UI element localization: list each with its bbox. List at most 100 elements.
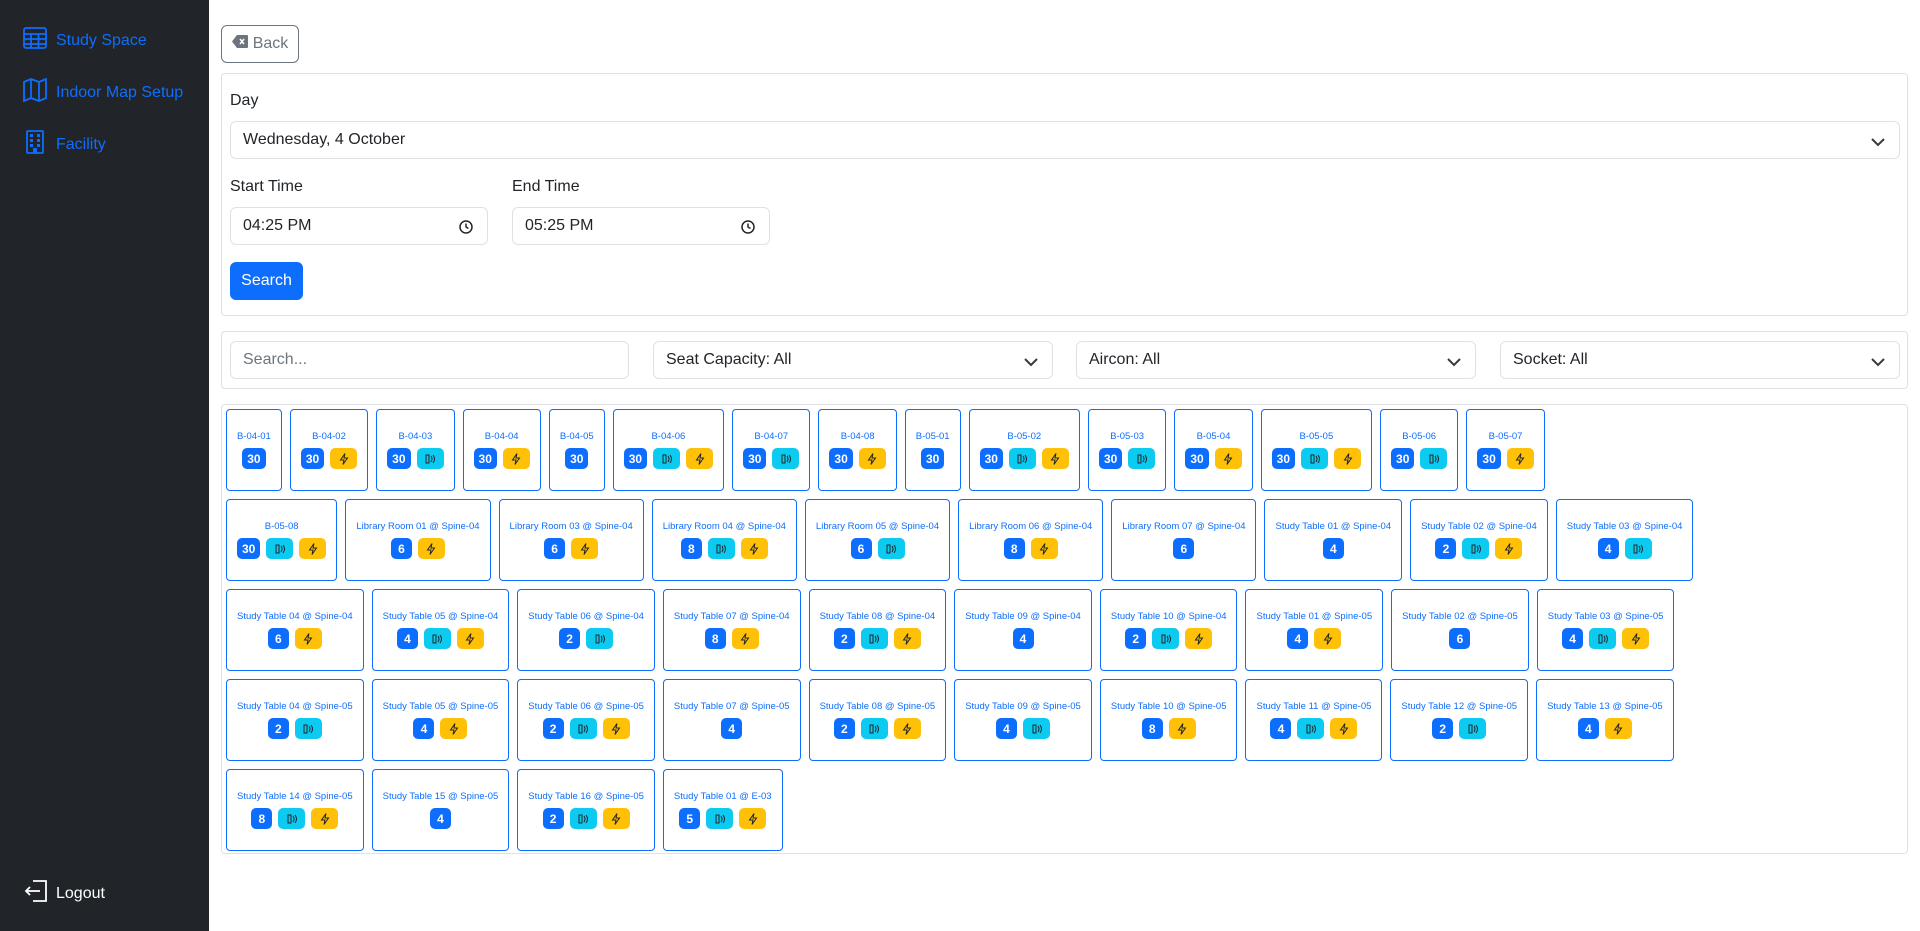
day-select[interactable]: Wednesday, 4 October (230, 121, 1900, 159)
study-space-card[interactable]: Study Table 08 @ Spine-05 2 (808, 679, 947, 761)
study-space-card[interactable]: Study Table 15 @ Spine-05 4 (371, 769, 510, 851)
aircon-icon (1008, 448, 1036, 469)
space-badges: 4 (1597, 538, 1652, 559)
study-space-card[interactable]: Library Room 07 @ Spine-04 6 (1111, 499, 1257, 581)
aircon-icon (1297, 718, 1325, 739)
study-space-card[interactable]: Study Table 02 @ Spine-04 2 (1410, 499, 1548, 581)
logout-label: Logout (56, 884, 105, 902)
space-badges: 30 (1271, 448, 1362, 469)
start-time-input[interactable]: 04:25 PM (230, 207, 488, 245)
logout-button[interactable]: Logout (24, 880, 105, 907)
study-space-card[interactable]: Library Room 03 @ Spine-04 6 (498, 499, 644, 581)
study-space-card[interactable]: B-04-04 30 (462, 409, 541, 491)
aircon-icon (1462, 538, 1490, 559)
space-name: B-04-07 (754, 431, 789, 442)
clock-icon[interactable] (741, 220, 755, 234)
study-space-card[interactable]: Study Table 06 @ Spine-05 2 (517, 679, 655, 761)
space-name: B-05-01 (915, 431, 950, 442)
capacity-badge: 6 (850, 538, 872, 559)
end-time-input[interactable]: 05:25 PM (512, 207, 770, 245)
study-space-card[interactable]: Study Table 07 @ Spine-04 8 (662, 589, 801, 671)
seat-capacity-select[interactable]: Seat Capacity: All (653, 341, 1053, 379)
filter-bar: Seat Capacity: All Aircon: All Socket: A… (221, 331, 1908, 389)
capacity-badge: 2 (1432, 718, 1454, 739)
space-name: Study Table 06 @ Spine-05 (528, 701, 644, 712)
space-name: B-05-06 (1402, 431, 1437, 442)
study-space-card[interactable]: Study Table 10 @ Spine-05 8 (1099, 679, 1238, 761)
space-name: B-05-08 (264, 521, 299, 532)
space-badges: 4 (721, 718, 743, 739)
study-space-card[interactable]: Study Table 03 @ Spine-04 4 (1555, 499, 1694, 581)
study-space-card[interactable]: Library Room 05 @ Spine-04 6 (804, 499, 951, 581)
study-space-card[interactable]: B-05-04 30 (1174, 409, 1253, 491)
study-space-card[interactable]: B-04-08 30 (818, 409, 897, 491)
study-space-card[interactable]: B-05-02 30 (968, 409, 1080, 491)
study-space-card[interactable]: B-04-07 30 (732, 409, 811, 491)
study-space-card[interactable]: B-04-02 30 (289, 409, 369, 491)
backspace-icon (231, 35, 248, 53)
space-name: B-05-04 (1196, 431, 1231, 442)
study-space-card[interactable]: Study Table 04 @ Spine-04 6 (226, 589, 364, 671)
space-name: Study Table 07 @ Spine-04 (673, 611, 790, 622)
study-space-grid: B-04-01 30 B-04-02 30 B-04-03 30 B-04-04 30 B-04… (221, 404, 1908, 854)
study-space-card[interactable]: Study Table 07 @ Spine-05 4 (662, 679, 801, 761)
study-space-card[interactable]: Study Table 08 @ Spine-04 2 (808, 589, 947, 671)
study-space-card[interactable]: Library Room 06 @ Spine-04 8 (958, 499, 1104, 581)
aircon-select[interactable]: Aircon: All (1076, 341, 1476, 379)
capacity-badge: 4 (396, 628, 418, 649)
sidebar-item-indoor-map-setup[interactable]: Indoor Map Setup (23, 77, 183, 107)
study-space-card[interactable]: B-05-07 30 (1466, 409, 1545, 491)
space-name: B-04-03 (398, 431, 433, 442)
study-space-card[interactable]: Study Table 05 @ Spine-04 4 (371, 589, 510, 671)
study-space-card[interactable]: Study Table 13 @ Spine-05 4 (1536, 679, 1674, 761)
clock-icon[interactable] (459, 220, 473, 234)
study-space-card[interactable]: B-05-06 30 (1380, 409, 1459, 491)
study-space-card[interactable]: Study Table 05 @ Spine-05 4 (371, 679, 510, 761)
study-space-card[interactable]: Study Table 16 @ Spine-05 2 (517, 769, 655, 851)
building-icon (23, 130, 47, 159)
back-button[interactable]: Back (221, 25, 299, 63)
capacity-badge: 30 (1185, 448, 1209, 469)
study-space-card[interactable]: B-04-03 30 (376, 409, 455, 491)
aircon-icon (860, 718, 888, 739)
capacity-badge: 30 (300, 448, 325, 469)
space-name: Study Table 04 @ Spine-05 (237, 701, 353, 712)
search-button[interactable]: Search (230, 262, 303, 300)
study-space-card[interactable]: Library Room 04 @ Spine-04 8 (651, 499, 797, 581)
study-space-card[interactable]: B-04-01 30 (226, 409, 282, 491)
study-space-card[interactable]: Study Table 02 @ Spine-05 6 (1391, 589, 1529, 671)
space-name: Library Room 06 @ Spine-04 (969, 521, 1093, 532)
study-space-card[interactable]: Study Table 06 @ Spine-04 2 (517, 589, 655, 671)
sidebar-item-facility[interactable]: Facility (23, 130, 106, 159)
study-space-card[interactable]: B-05-01 30 (904, 409, 961, 491)
sidebar-item-study-space[interactable]: Study Space (23, 26, 147, 55)
study-space-card[interactable]: Study Table 12 @ Spine-05 2 (1390, 679, 1529, 761)
study-space-card[interactable]: Study Table 01 @ Spine-05 4 (1245, 589, 1384, 671)
study-space-card[interactable]: B-04-05 30 (548, 409, 605, 491)
study-space-card[interactable]: Study Table 01 @ Spine-04 4 (1264, 499, 1403, 581)
study-space-card[interactable]: Study Table 04 @ Spine-05 2 (226, 679, 364, 761)
capacity-badge: 4 (1270, 718, 1292, 739)
study-space-card[interactable]: Study Table 10 @ Spine-04 2 (1099, 589, 1238, 671)
study-space-card[interactable]: Study Table 09 @ Spine-04 4 (954, 589, 1092, 671)
lightning-icon (739, 808, 767, 829)
study-space-card[interactable]: B-05-05 30 (1260, 409, 1373, 491)
study-space-card[interactable]: Study Table 11 @ Spine-05 4 (1245, 679, 1383, 761)
study-space-card[interactable]: Study Table 01 @ E-03 5 (662, 769, 783, 851)
socket-select[interactable]: Socket: All (1500, 341, 1900, 379)
study-space-card[interactable]: Library Room 01 @ Spine-04 6 (345, 499, 491, 581)
space-badges: 30 (829, 448, 886, 469)
study-space-card[interactable]: Study Table 14 @ Spine-05 8 (226, 769, 364, 851)
space-badges: 2 (1435, 538, 1523, 559)
study-space-card[interactable]: Study Table 03 @ Spine-05 4 (1536, 589, 1675, 671)
study-space-card[interactable]: B-05-08 30 (226, 499, 338, 581)
lightning-icon (1214, 448, 1242, 469)
study-space-card[interactable]: B-04-06 30 (612, 409, 725, 491)
capacity-badge: 30 (1271, 448, 1296, 469)
search-input[interactable] (230, 341, 629, 379)
study-space-card[interactable]: Study Table 09 @ Spine-05 4 (954, 679, 1092, 761)
space-badges: 8 (680, 538, 768, 559)
space-badges: 30 (237, 538, 327, 559)
study-space-card[interactable]: B-05-03 30 (1087, 409, 1167, 491)
space-badges: 4 (1562, 628, 1650, 649)
